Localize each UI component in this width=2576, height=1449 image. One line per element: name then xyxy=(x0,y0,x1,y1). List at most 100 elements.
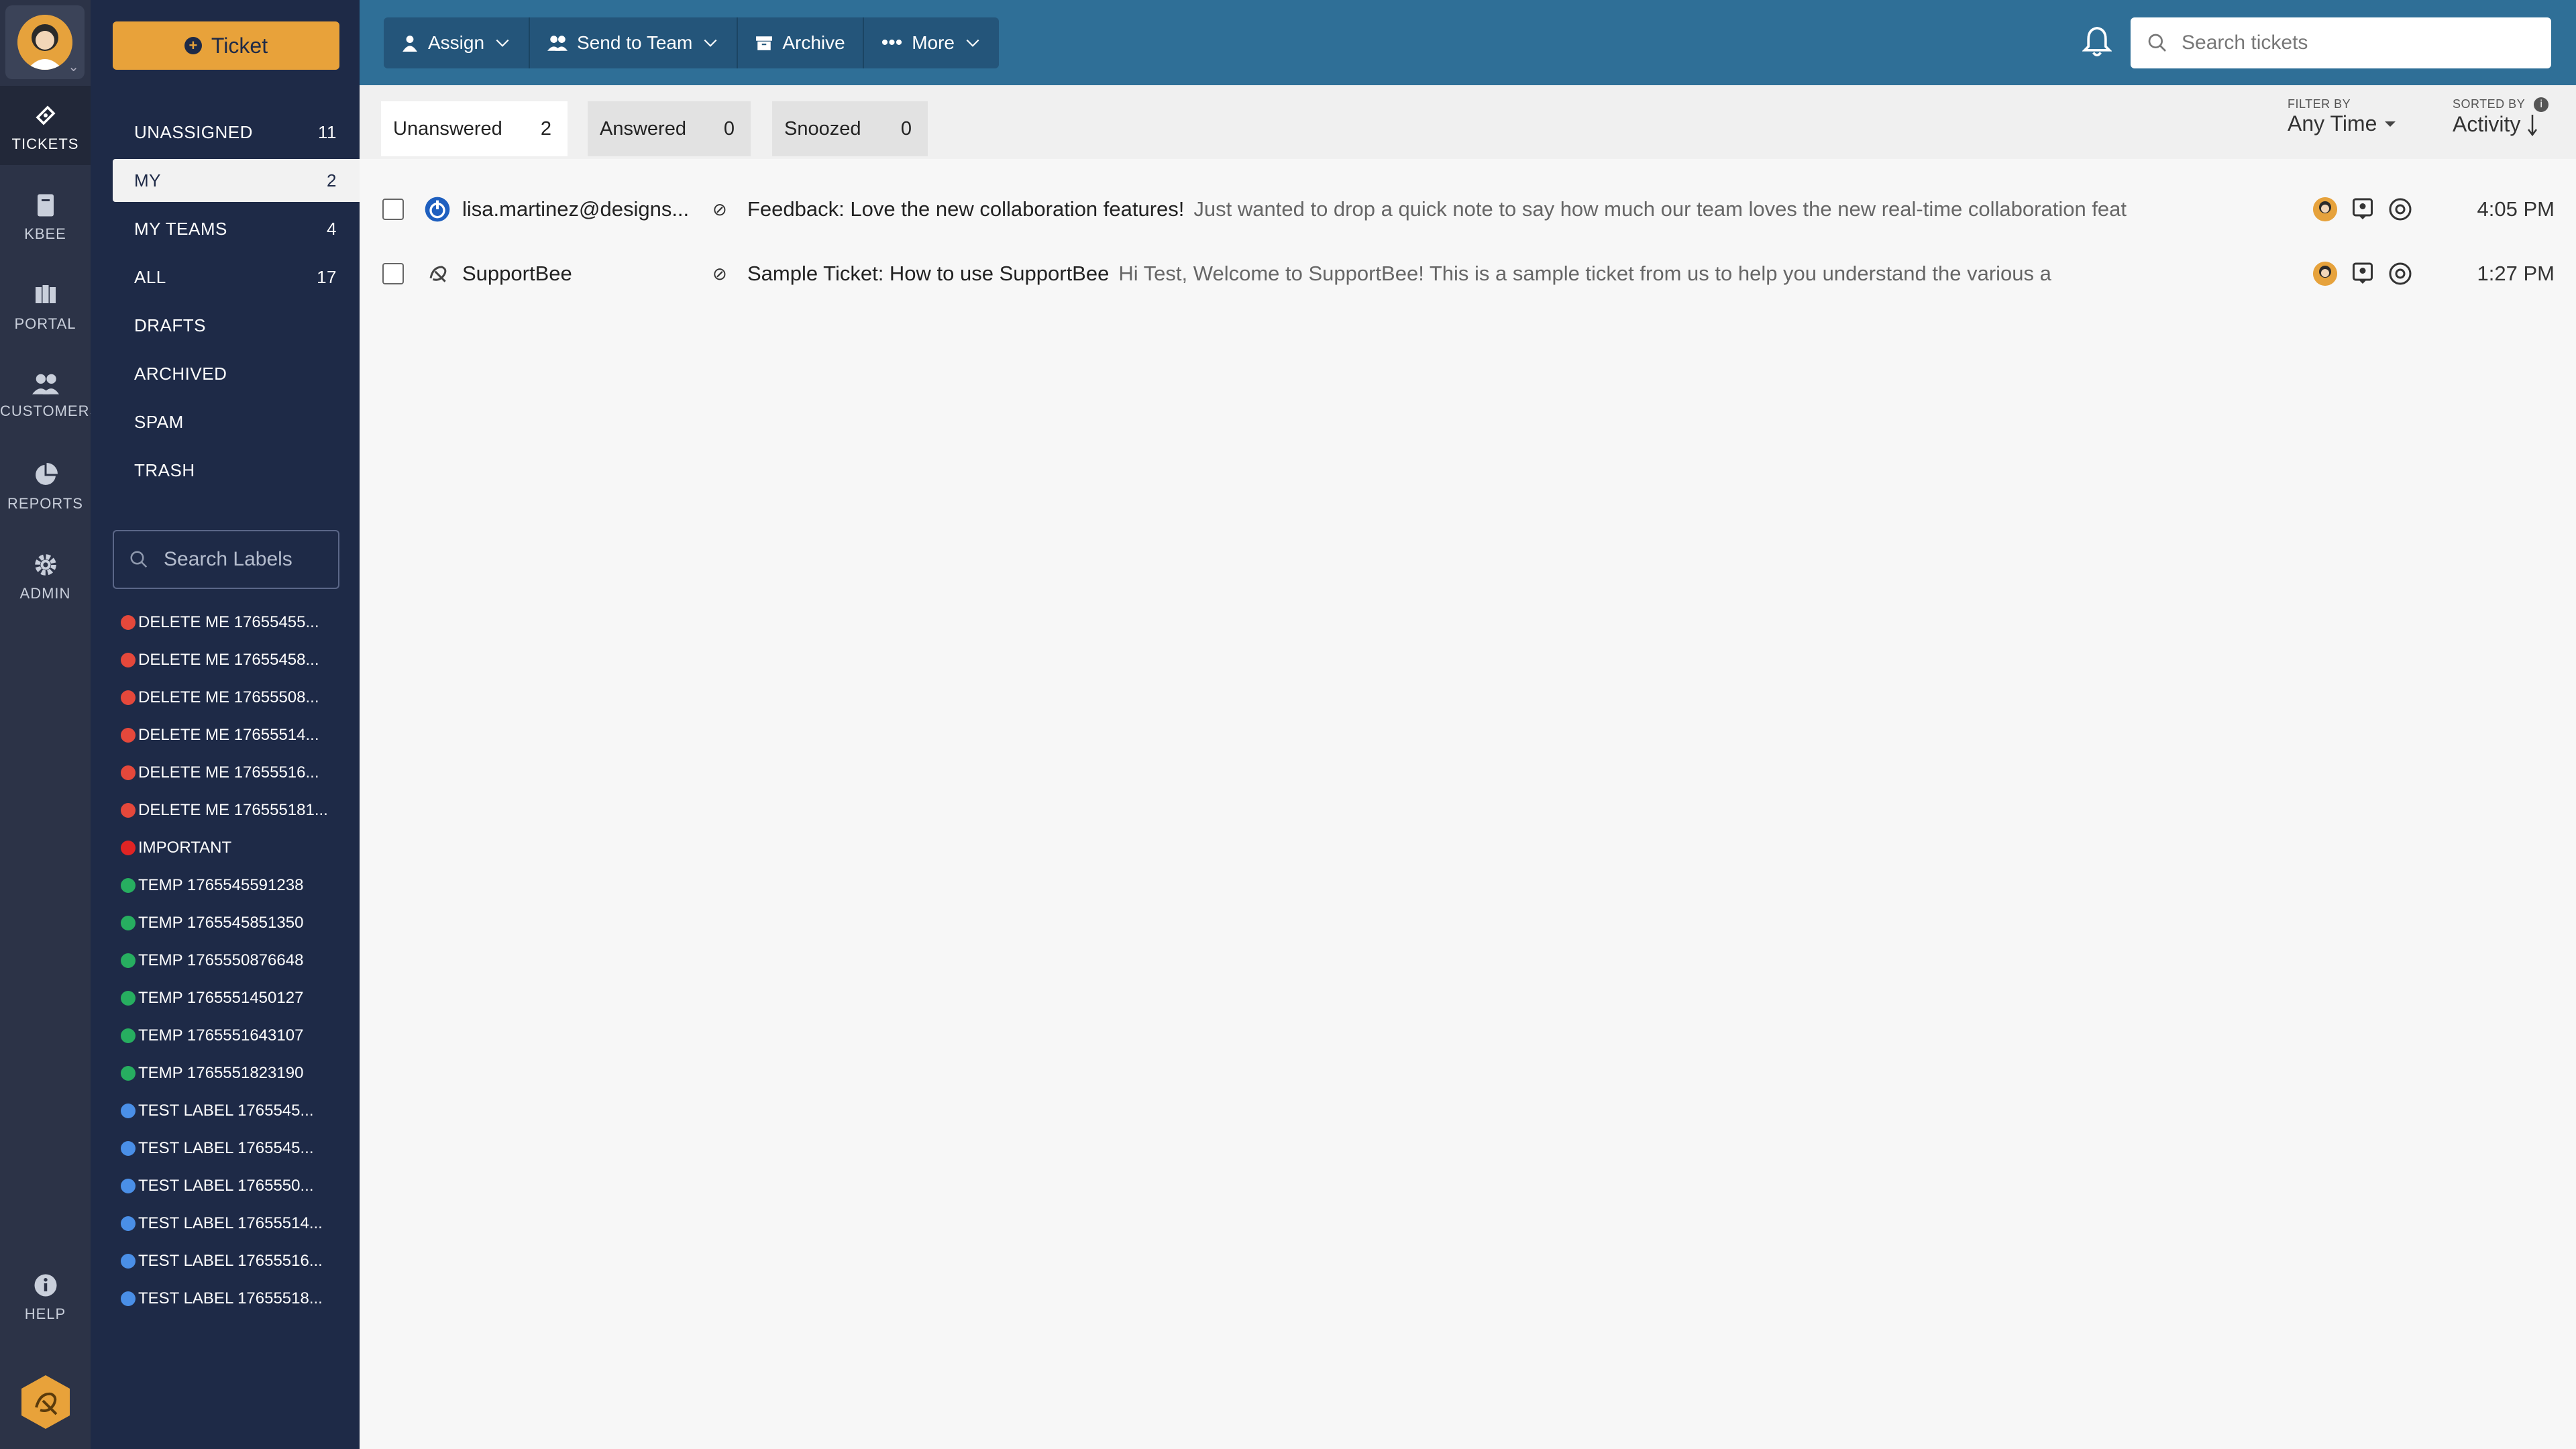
label-name: TEMP 1765551643107 xyxy=(138,1026,304,1044)
tab-unanswered[interactable]: Unanswered 2 xyxy=(381,101,568,156)
archive-button[interactable]: Archive xyxy=(738,17,864,68)
rail-label: ADMIN xyxy=(19,585,71,602)
label-item[interactable]: TEMP 1765551450127 xyxy=(121,982,342,1014)
folder-all[interactable]: ALL 17 xyxy=(113,256,360,299)
rail-label: CUSTOMERS xyxy=(0,402,101,419)
new-ticket-button[interactable]: + Ticket xyxy=(113,21,339,70)
arrow-down-icon xyxy=(2528,114,2538,136)
rail-item-admin[interactable]: ADMIN xyxy=(0,535,91,614)
label-item[interactable]: TEST LABEL 17655514... xyxy=(121,1208,342,1240)
bell-icon[interactable] xyxy=(2082,25,2112,58)
ticket-title: Sample Ticket: How to use SupportBee xyxy=(747,262,1110,285)
filter-by-dropdown[interactable]: FILTER BY Any Time xyxy=(2288,97,2397,136)
tab-count: 2 xyxy=(540,117,551,140)
archive-icon xyxy=(756,36,773,50)
sort-value: Activity xyxy=(2453,112,2521,137)
ticket-row[interactable]: SupportBee ⊘ Sample Ticket: How to use S… xyxy=(360,241,2576,306)
team-badge-icon xyxy=(2353,198,2373,219)
label-item[interactable]: TEMP 1765545591238 xyxy=(121,869,342,902)
icon-rail: ⌄ TICKETS KBEE PORTAL CUSTOMERS REPORTS … xyxy=(0,0,101,1449)
sort-by-dropdown[interactable]: SORTED BY i Activity xyxy=(2453,97,2549,137)
plus-icon: + xyxy=(184,37,202,54)
rail-item-help[interactable]: HELP xyxy=(0,1256,91,1335)
label-item[interactable]: DELETE ME 17655458... xyxy=(121,644,342,676)
rail-item-tickets[interactable]: TICKETS xyxy=(0,86,91,165)
label-item[interactable]: IMPORTANT xyxy=(121,832,342,864)
tab-snoozed[interactable]: Snoozed 0 xyxy=(772,101,928,156)
label-color-dot xyxy=(121,1066,136,1081)
label-color-dot xyxy=(121,803,136,818)
label-search-placeholder: Search Labels xyxy=(164,548,292,570)
rail-item-reports[interactable]: REPORTS xyxy=(0,445,91,525)
label-item[interactable]: TEST LABEL 1765545... xyxy=(121,1132,342,1165)
folder-archived[interactable]: ARCHIVED xyxy=(113,352,360,395)
ticket-preview: Just wanted to drop a quick note to say … xyxy=(1193,197,2127,221)
top-bar: Assign Send to Team Archive ••• More Sea… xyxy=(360,0,2576,85)
label-item[interactable]: DELETE ME 176555181... xyxy=(121,794,342,826)
label-name: IMPORTANT xyxy=(138,839,232,857)
ticket-title: Feedback: Love the new collaboration fea… xyxy=(747,197,1185,221)
folder-spam[interactable]: SPAM xyxy=(113,400,360,443)
send-to-team-button[interactable]: Send to Team xyxy=(530,17,739,68)
label-item[interactable]: DELETE ME 17655516... xyxy=(121,757,342,789)
assign-label: Assign xyxy=(428,32,485,53)
label-item[interactable]: TEST LABEL 1765550... xyxy=(121,1170,342,1202)
ticket-checkbox[interactable] xyxy=(382,199,404,220)
label-color-dot xyxy=(121,1028,136,1043)
label-item[interactable]: DELETE ME 17655514... xyxy=(121,719,342,751)
book-icon xyxy=(37,194,54,217)
label-name: TEST LABEL 17655518... xyxy=(138,1289,323,1307)
info-icon[interactable]: i xyxy=(2534,97,2549,113)
label-color-dot xyxy=(121,765,136,780)
pie-chart-icon xyxy=(35,463,58,485)
more-button[interactable]: ••• More xyxy=(864,17,999,68)
new-ticket-label: Ticket xyxy=(211,33,268,58)
folder-count: 4 xyxy=(327,218,337,239)
folder-drafts[interactable]: DRAFTS xyxy=(113,304,360,347)
tab-answered[interactable]: Answered 0 xyxy=(588,101,751,156)
label-item[interactable]: TEST LABEL 17655516... xyxy=(121,1245,342,1277)
ticket-checkbox[interactable] xyxy=(382,263,404,284)
label-item[interactable]: TEST LABEL 17655518... xyxy=(121,1283,342,1315)
rail-label: KBEE xyxy=(24,225,66,242)
gear-icon xyxy=(34,554,56,576)
rail-item-customers[interactable]: CUSTOMERS xyxy=(0,356,101,435)
label-color-dot xyxy=(121,1179,136,1193)
folder-trash[interactable]: TRASH xyxy=(113,449,360,492)
folder-label: DRAFTS xyxy=(134,315,206,335)
tab-label: Snoozed xyxy=(784,117,861,140)
label-color-dot xyxy=(121,953,136,968)
info-icon xyxy=(34,1274,56,1297)
rail-item-portal[interactable]: PORTAL xyxy=(0,266,91,345)
label-color-dot xyxy=(121,991,136,1006)
ticket-time: 1:27 PM xyxy=(2477,262,2555,285)
folder-unassigned[interactable]: UNASSIGNED 11 xyxy=(113,111,360,154)
label-item[interactable]: TEMP 1765545851350 xyxy=(121,907,342,939)
label-item[interactable]: DELETE ME 17655455... xyxy=(121,606,342,639)
rail-label: REPORTS xyxy=(7,495,83,512)
label-item[interactable]: TEMP 1765550876648 xyxy=(121,945,342,977)
label-color-dot xyxy=(121,728,136,743)
label-name: DELETE ME 17655514... xyxy=(138,726,319,744)
assignee-avatar xyxy=(2313,262,2337,286)
user-menu[interactable]: ⌄ xyxy=(5,5,85,79)
ticket-tabs: Unanswered 2 Answered 0 Snoozed 0 FILTER… xyxy=(360,85,2576,159)
send-to-team-label: Send to Team xyxy=(577,32,693,53)
caret-down-icon xyxy=(2385,121,2396,127)
folder-my-teams[interactable]: MY TEAMS 4 xyxy=(113,207,360,250)
search-tickets-input[interactable]: Search tickets xyxy=(2131,17,2551,68)
label-item[interactable]: TEMP 1765551643107 xyxy=(121,1020,342,1052)
label-item[interactable]: DELETE ME 17655508... xyxy=(121,682,342,714)
tab-count: 0 xyxy=(723,117,735,140)
ticket-row[interactable]: lisa.martinez@designs... ⊘ Feedback: Lov… xyxy=(360,177,2576,241)
label-search-input[interactable]: Search Labels xyxy=(113,530,339,589)
folder-label: ALL xyxy=(134,266,166,287)
rail-item-kbee[interactable]: KBEE xyxy=(0,176,91,255)
label-item[interactable]: TEMP 1765551823190 xyxy=(121,1057,342,1089)
label-name: TEMP 1765551450127 xyxy=(138,989,304,1007)
tab-label: Answered xyxy=(600,117,686,140)
assign-button[interactable]: Assign xyxy=(384,17,531,68)
label-item[interactable]: TEST LABEL 1765545... xyxy=(121,1095,342,1127)
folder-my[interactable]: MY 2 xyxy=(113,159,360,202)
folder-label: UNASSIGNED xyxy=(134,121,253,142)
